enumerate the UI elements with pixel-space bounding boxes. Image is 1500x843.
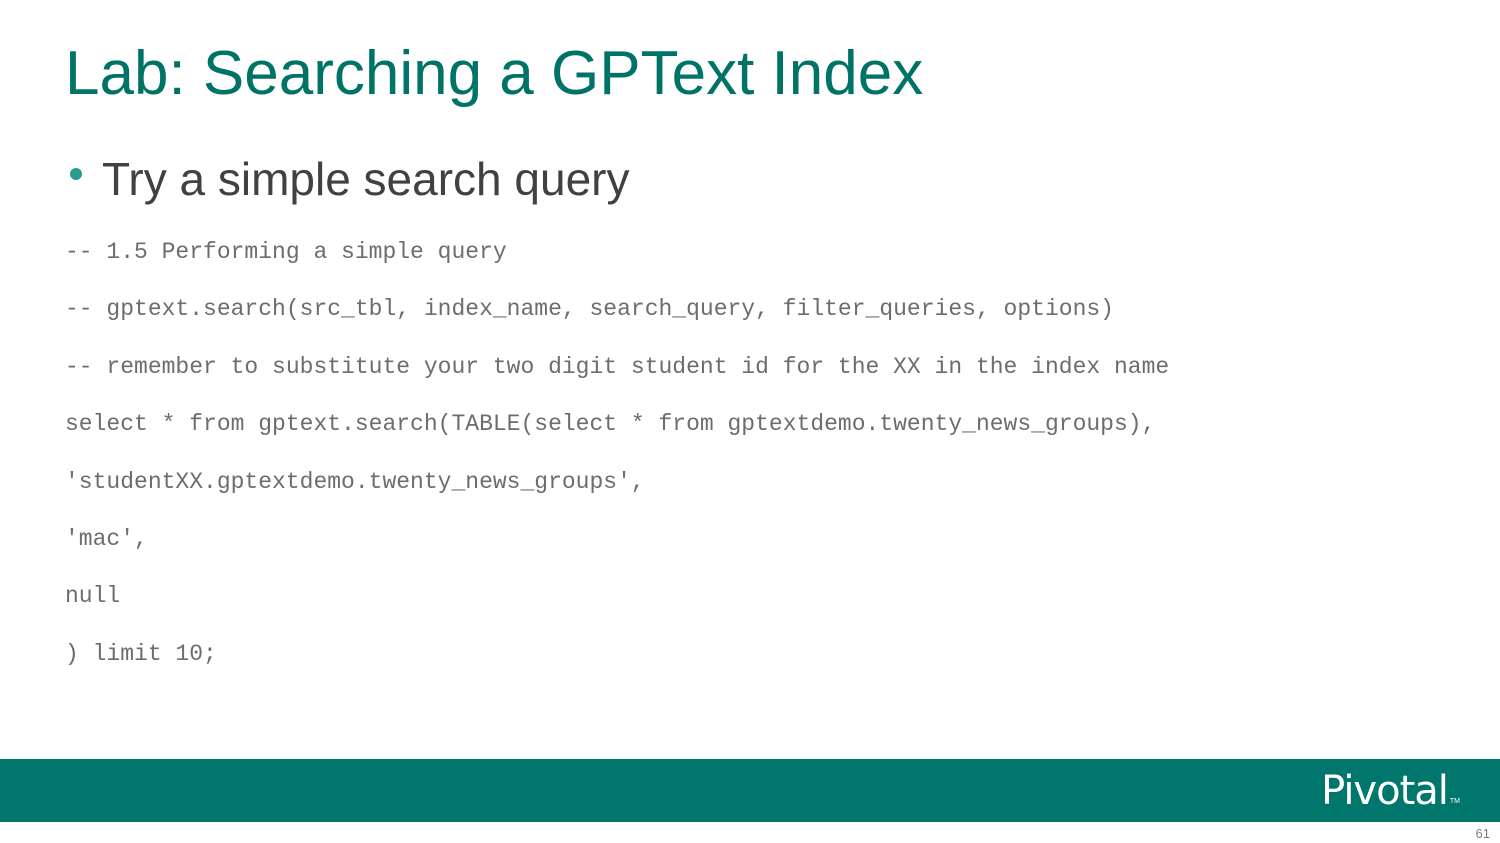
trademark-mark: TM [1449, 798, 1460, 805]
code-line: -- remember to substitute your two digit… [65, 353, 1170, 380]
bullet-text: Try a simple search query [102, 153, 630, 205]
code-line: null [65, 583, 121, 610]
code-line: -- 1.5 Performing a simple query [65, 239, 507, 265]
code-line: -- gptext.search(src_tbl, index_name, se… [65, 296, 1114, 323]
slide-title: Lab: Searching a GPText Index [65, 39, 924, 108]
code-block: -- 1.5 Performing a simple query -- gpte… [65, 234, 1169, 693]
bullet-item: Try a simple search query [70, 150, 629, 208]
code-line: 'studentXX.gptextdemo.twenty_news_groups… [65, 468, 645, 495]
footer-bar: Pivotal TM [0, 759, 1500, 822]
code-line: 'mac', [65, 525, 148, 552]
logo-text: Pivotal [1321, 768, 1449, 814]
code-line: select * from gptext.search(TABLE(select… [65, 411, 1156, 438]
page-number: 61 [1475, 826, 1490, 841]
pivotal-logo: Pivotal TM [1321, 767, 1460, 815]
code-line: ) limit 10; [65, 640, 217, 667]
bullet-icon [70, 168, 82, 180]
